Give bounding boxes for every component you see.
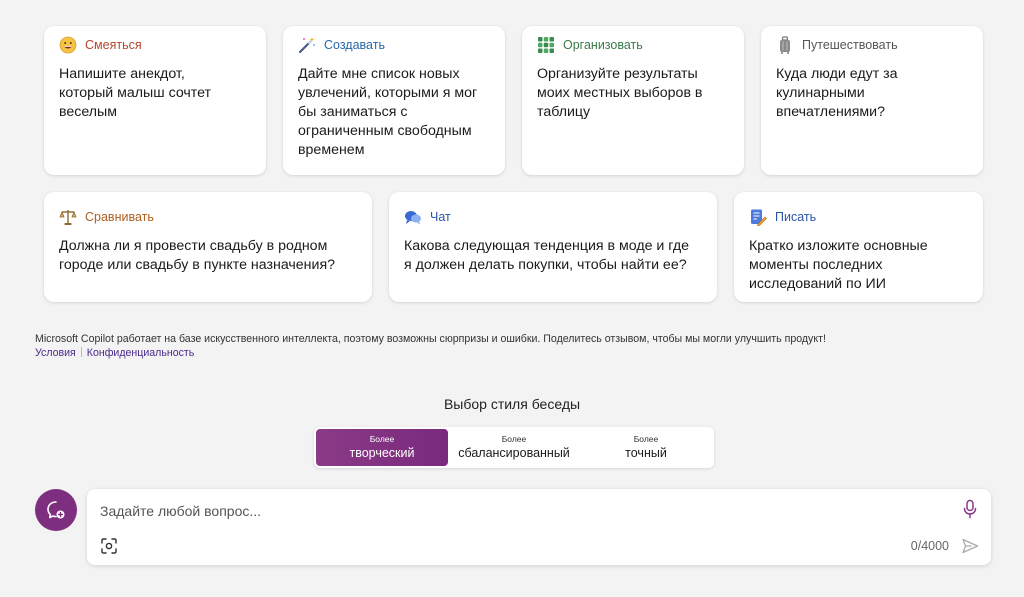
new-topic-button[interactable] [35, 489, 77, 531]
grid-table-icon [537, 36, 555, 54]
style-option-prefix: Более [633, 434, 659, 444]
chat-input-box: 0/4000 [87, 489, 991, 565]
style-option-prefix: Более [369, 434, 395, 444]
card-category: Писать [775, 210, 817, 224]
style-option-label: точный [625, 446, 667, 460]
ask-input[interactable] [100, 500, 940, 522]
visual-search-icon[interactable] [100, 537, 118, 555]
card-header: Сравнивать [59, 207, 358, 227]
send-icon[interactable] [961, 537, 979, 555]
card-prompt-text: Напишите анекдот, который малыш сочтет в… [59, 66, 212, 120]
card-category: Создавать [324, 38, 385, 52]
style-option-precise[interactable]: Более точный [580, 429, 712, 466]
card-category: Путешествовать [802, 38, 898, 52]
terms-link[interactable]: Условия [35, 347, 76, 359]
memo-pencil-icon [749, 208, 767, 226]
card-category: Смеяться [85, 38, 142, 52]
style-option-label: творческий [349, 446, 415, 460]
scales-icon [59, 208, 77, 226]
suggestion-card-compare[interactable]: Сравнивать Должна ли я провести свадьбу … [44, 192, 372, 302]
style-option-creative[interactable]: Более творческий [316, 429, 448, 466]
conversation-style-selector: Более творческий Более сбалансированный … [314, 427, 714, 468]
card-header: Организовать [537, 35, 730, 55]
privacy-link[interactable]: Конфиденциальность [87, 347, 194, 359]
suggestion-card-travel[interactable]: Путешествовать Куда люди едут за кулинар… [761, 26, 983, 175]
footer-links: Условия Конфиденциальность [35, 346, 194, 360]
suggestion-card-laugh[interactable]: Смеяться Напишите анекдот, который малыш… [44, 26, 266, 175]
magic-wand-icon [298, 36, 316, 54]
suggestion-card-create[interactable]: Создавать Дайте мне список новых увлечен… [283, 26, 505, 175]
card-category: Сравнивать [85, 210, 154, 224]
suggestion-card-organize[interactable]: Организовать Организуйте результаты моих… [522, 26, 744, 175]
conversation-style-title: Выбор стиля беседы [443, 396, 581, 412]
card-category: Чат [430, 210, 451, 224]
card-header: Смеяться [59, 35, 252, 55]
character-counter: 0/4000 [910, 539, 949, 553]
style-option-label: сбалансированный [458, 446, 570, 460]
card-prompt-text: Какова следующая тенденция в моде и где … [404, 238, 690, 273]
luggage-icon [776, 36, 794, 54]
microphone-icon[interactable] [961, 499, 979, 519]
card-header: Писать [749, 207, 969, 227]
card-prompt-text: Куда люди едут за кулинарными впечатлени… [776, 66, 898, 120]
disclaimer-text: Microsoft Copilot работает на базе искус… [35, 333, 826, 345]
card-category: Организовать [563, 38, 643, 52]
copilot-page: Смеяться Напишите анекдот, который малыш… [0, 0, 1024, 597]
style-option-prefix: Более [501, 434, 527, 444]
link-separator [80, 347, 82, 357]
card-prompt-text: Дайте мне список новых увлечений, которы… [298, 66, 478, 158]
suggestion-card-chat[interactable]: Чат Какова следующая тенденция в моде и … [389, 192, 717, 302]
style-option-balanced[interactable]: Более сбалансированный [448, 429, 580, 466]
card-header: Путешествовать [776, 35, 969, 55]
card-prompt-text: Организуйте результаты моих местных выбо… [537, 66, 703, 120]
new-chat-bubble-icon [45, 499, 67, 521]
card-prompt-text: Кратко изложите основные моменты последн… [749, 238, 928, 292]
card-prompt-text: Должна ли я провести свадьбу в родном го… [59, 238, 336, 273]
suggestion-card-write[interactable]: Писать Кратко изложите основные моменты … [734, 192, 983, 302]
chat-bubbles-icon [404, 208, 422, 226]
card-header: Чат [404, 207, 703, 227]
grinning-face-icon [59, 36, 77, 54]
card-header: Создавать [298, 35, 491, 55]
